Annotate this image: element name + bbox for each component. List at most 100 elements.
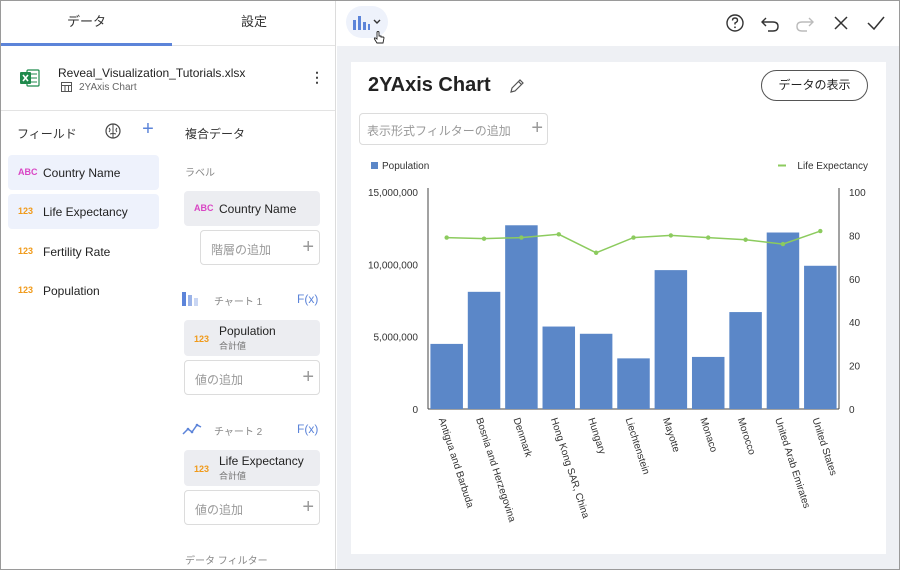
chart2-label: チャート 2 <box>214 427 263 438</box>
add-visualization-filter-button[interactable]: 表示形式フィルターの追加 + <box>359 113 548 145</box>
number-type-icon: 123 <box>18 206 34 216</box>
editor-toolbar <box>337 1 899 45</box>
confirm-check-icon[interactable] <box>866 13 886 33</box>
line-point-2 <box>519 235 524 240</box>
line-point-10 <box>818 228 823 234</box>
chart2-fx-button[interactable]: F(x) <box>297 422 318 436</box>
x-tick-label: United States <box>809 417 838 478</box>
value-pill-life-expectancy[interactable]: 123 Life Expectancy 合計値 <box>184 450 320 486</box>
data-source-file: Reveal_Visualization_Tutorials.xlsx 2YAx… <box>1 47 335 111</box>
field-country-name[interactable]: ABC Country Name <box>8 155 159 190</box>
line-chart-icon <box>182 423 202 435</box>
combo-chart-icon <box>353 16 381 30</box>
add-hierarchy-button[interactable]: 階層の追加 + <box>200 230 320 265</box>
right-axis-tick-label: 100 <box>849 188 866 199</box>
left-axis-tick-label: 0 <box>412 405 418 416</box>
x-tick-label: Hungary <box>585 417 607 456</box>
chart1-label: チャート 1 <box>214 297 263 308</box>
chart-card: 2YAxis Chart データの表示 表示形式フィルターの追加 + Popul… <box>351 62 886 554</box>
field-population[interactable]: 123 Population <box>8 273 159 308</box>
chart2-add-value-button[interactable]: 値の追加 + <box>184 490 320 525</box>
x-tick-label: Denmark <box>511 417 534 460</box>
x-tick-label: Mayotte <box>660 417 682 455</box>
x-tick-label: Morocco <box>735 417 757 457</box>
line-point-9 <box>780 241 786 247</box>
bar-chart-icon <box>182 292 198 306</box>
sheet-name: 2YAxis Chart <box>79 82 137 93</box>
more-options-icon[interactable]: ⋮ <box>310 69 324 87</box>
edit-title-pencil-icon[interactable] <box>509 78 525 94</box>
bar-6 <box>654 270 688 409</box>
line-series <box>444 228 823 255</box>
show-data-button[interactable]: データの表示 <box>761 70 868 101</box>
line-point-1 <box>481 236 487 241</box>
bar-3 <box>542 326 576 409</box>
hand-cursor-icon <box>373 31 385 44</box>
close-icon[interactable] <box>831 13 851 33</box>
field-fertility-rate[interactable]: 123 Fertility Rate <box>8 234 159 269</box>
pill-label: Country Name <box>219 202 297 216</box>
plus-icon: + <box>302 366 314 388</box>
combo-chart: Population Life Expectancy 0 5,000,000 10,0… <box>368 161 868 524</box>
add-value-label: 値の追加 <box>195 503 244 517</box>
chart1-fx-button[interactable]: F(x) <box>297 292 318 306</box>
field-life-expectancy[interactable]: 123 Life Expectancy <box>8 194 159 229</box>
right-axis-tick-label: 60 <box>849 275 861 286</box>
legend-label-population: Population <box>382 161 429 172</box>
legend-label-life-expectancy: Life Expectancy <box>797 161 868 172</box>
sheet-table-icon <box>61 82 72 92</box>
line-point-3 <box>556 232 561 237</box>
field-label: Fertility Rate <box>43 245 111 259</box>
field-label: Population <box>43 284 100 298</box>
bar-4 <box>579 333 613 409</box>
left-axis-tick-label: 5,000,000 <box>374 333 419 344</box>
bar-9 <box>766 232 800 409</box>
number-type-icon: 123 <box>194 464 210 474</box>
value-pill-population[interactable]: 123 Population 合計値 <box>184 320 320 356</box>
field-label: Country Name <box>43 166 121 180</box>
x-tick-label: Antigua and Barbuda <box>436 417 476 510</box>
number-type-icon: 123 <box>194 334 210 344</box>
field-label: Life Expectancy <box>43 205 128 219</box>
left-axis-tick-label: 10,000,000 <box>368 260 418 271</box>
line-point-6 <box>668 233 674 238</box>
left-axis-tick-label: 15,000,000 <box>368 188 418 199</box>
add-hierarchy-label: 階層の追加 <box>211 243 272 257</box>
tab-data[interactable]: データ <box>1 1 172 46</box>
visualization-canvas: 2YAxis Chart データの表示 表示形式フィルターの追加 + Popul… <box>337 46 899 569</box>
label-pill-country-name[interactable]: ABC Country Name <box>184 191 320 226</box>
line-point-4 <box>593 250 599 255</box>
right-axis-tick-label: 80 <box>849 231 861 242</box>
help-icon[interactable] <box>725 13 745 33</box>
excel-file-icon <box>20 69 40 87</box>
right-axis-tick-label: 0 <box>849 405 855 416</box>
add-field-button[interactable]: + <box>139 119 157 139</box>
tab-settings[interactable]: 設定 <box>172 1 335 46</box>
undo-icon[interactable] <box>760 13 780 33</box>
line-point-8 <box>743 237 748 242</box>
number-type-icon: 123 <box>18 246 34 256</box>
bar-2 <box>505 225 538 409</box>
x-tick-label: United Arab Emirates <box>772 417 812 510</box>
life-expectancy-line <box>446 230 821 254</box>
pill-label: Population <box>219 324 276 338</box>
chart1-add-value-button[interactable]: 値の追加 + <box>184 360 320 395</box>
label-section-title: ラベル <box>185 168 215 179</box>
chart-title[interactable]: 2YAxis Chart <box>368 74 491 97</box>
x-tick-label: Liechtenstein <box>623 417 652 476</box>
bar-8 <box>729 312 762 409</box>
x-tick-label: Bosnia and Herzegovina <box>473 417 517 524</box>
redo-icon[interactable] <box>795 13 815 33</box>
pill-aggregation: 合計値 <box>219 341 247 351</box>
plus-icon: + <box>302 496 314 518</box>
x-tick-label: Monaco <box>697 417 719 455</box>
filter-placeholder: 表示形式フィルターの追加 <box>367 124 511 138</box>
combo-data-header: 複合データ <box>185 127 246 141</box>
plus-icon: + <box>302 236 314 258</box>
bar-7 <box>691 356 725 409</box>
legend-swatch-population <box>371 162 378 169</box>
panel-tabs: データ 設定 <box>1 1 335 46</box>
bar-5 <box>617 358 650 409</box>
number-type-icon: 123 <box>18 285 34 295</box>
brain-icon[interactable] <box>104 122 122 140</box>
